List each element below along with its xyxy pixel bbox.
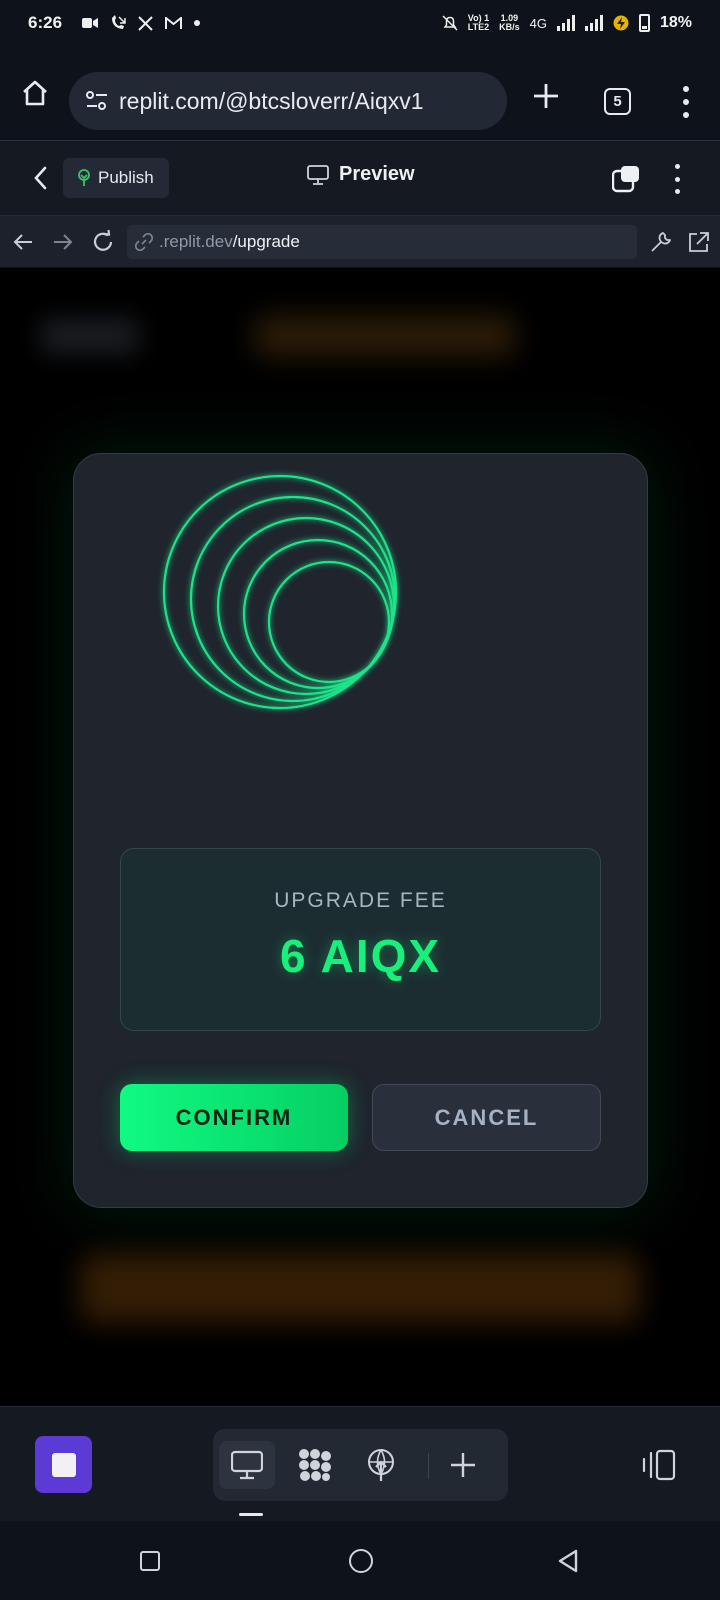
recents-button[interactable] [140, 1551, 160, 1571]
gmail-icon [165, 16, 183, 29]
missed-call-icon [112, 15, 126, 29]
network-type: 4G [529, 15, 547, 31]
link-icon [135, 233, 153, 251]
blurred-background-button [80, 1253, 640, 1323]
home-nav-button[interactable] [349, 1549, 373, 1573]
plus-icon [451, 1453, 475, 1477]
add-tool-button[interactable] [435, 1441, 491, 1489]
stop-button[interactable] [35, 1436, 92, 1493]
grid-blob-icon [299, 1449, 331, 1481]
wrench-icon[interactable] [648, 229, 674, 255]
system-icons: Vo) 1 LTE2 1.09 KB/s 4G 18% [442, 14, 692, 32]
chevron-left-icon[interactable] [28, 163, 54, 193]
preview-tab[interactable]: Preview [307, 163, 415, 186]
signal-icon-1 [556, 15, 575, 31]
active-tab-indicator [239, 1513, 263, 1516]
deploy-icon [368, 1449, 394, 1481]
address-bar[interactable]: replit.com/@btcsloverr/Aiqxv1 [69, 72, 507, 130]
video-icon [82, 18, 99, 28]
notification-icons [82, 15, 201, 31]
deploy-tool-button[interactable] [353, 1441, 409, 1489]
replit-toolbar: Publish Preview [0, 141, 720, 215]
upgrade-modal: UPGRADE FEE 6 AIQX CONFIRM CANCEL [73, 453, 648, 1208]
stop-icon [51, 1452, 76, 1477]
preview-url-field[interactable]: .replit.dev /upgrade [127, 225, 637, 259]
url-domain: .replit.dev [159, 232, 233, 251]
status-bar: 6:26 Vo) 1 LTE2 1.09 KB/s 4G 18% [0, 0, 720, 46]
tab-count: 5 [613, 93, 622, 110]
cancel-button[interactable]: CANCEL [372, 1084, 601, 1151]
blurred-header-left [40, 318, 140, 354]
replit-bottom-bar [0, 1406, 720, 1521]
confirm-button[interactable]: CONFIRM [120, 1084, 348, 1151]
reload-icon[interactable] [90, 229, 116, 255]
data-speed: 1.09 KB/s [499, 13, 520, 32]
preview-tool-button[interactable] [219, 1441, 275, 1489]
x-icon [138, 15, 153, 31]
tabs-button[interactable]: 5 [604, 88, 631, 115]
publish-button[interactable]: Publish [63, 158, 169, 198]
browser-toolbar: replit.com/@btcsloverr/Aiqxv1 5 [0, 46, 720, 140]
app-preview: UPGRADE FEE 6 AIQX CONFIRM CANCEL [0, 268, 720, 1406]
back-triangle-icon[interactable] [556, 1548, 580, 1574]
fee-label: UPGRADE FEE [274, 889, 447, 912]
menu-icon [674, 164, 680, 169]
tool-switcher [213, 1429, 508, 1501]
publish-icon [78, 169, 90, 186]
rings-logo-icon [162, 474, 398, 710]
windows-icon[interactable] [612, 165, 640, 193]
replit-menu-button[interactable] [672, 164, 682, 194]
arrow-right-icon[interactable] [50, 229, 76, 255]
site-settings-icon[interactable] [85, 90, 109, 112]
preview-label: Preview [339, 163, 415, 185]
volte-indicator: Vo) 1 LTE2 [467, 13, 490, 32]
upgrade-fee-box: UPGRADE FEE 6 AIQX [120, 848, 601, 1031]
battery-level: 18% [659, 14, 692, 31]
arrow-left-icon[interactable] [10, 229, 36, 255]
muted-bell-icon [442, 15, 458, 31]
more-notifications-dot [194, 20, 201, 26]
fee-value: 6 AIQX [279, 930, 442, 982]
external-link-icon[interactable] [686, 229, 712, 255]
system-navigation-bar [0, 1521, 720, 1600]
url-path: /upgrade [232, 232, 300, 251]
menu-icon [683, 86, 689, 92]
plus-icon [534, 84, 558, 108]
tool-separator [428, 1453, 429, 1479]
monitor-icon [307, 164, 329, 185]
preview-navigation: .replit.dev /upgrade [0, 215, 720, 267]
split-view-icon[interactable] [640, 1449, 676, 1481]
workspace-tool-button[interactable] [287, 1441, 343, 1489]
browser-menu-button[interactable] [674, 86, 698, 118]
home-icon [23, 80, 47, 106]
new-tab-button[interactable] [528, 78, 564, 114]
publish-label: Publish [98, 168, 154, 187]
signal-icon-2 [584, 15, 603, 31]
home-button[interactable] [0, 46, 70, 140]
battery-icon [638, 14, 650, 32]
charging-icon [613, 15, 629, 31]
blurred-header-title [255, 316, 515, 356]
monitor-icon [231, 1450, 263, 1480]
clock: 6:26 [28, 13, 63, 32]
address-url: replit.com/@btcsloverr/Aiqxv1 [119, 87, 424, 114]
